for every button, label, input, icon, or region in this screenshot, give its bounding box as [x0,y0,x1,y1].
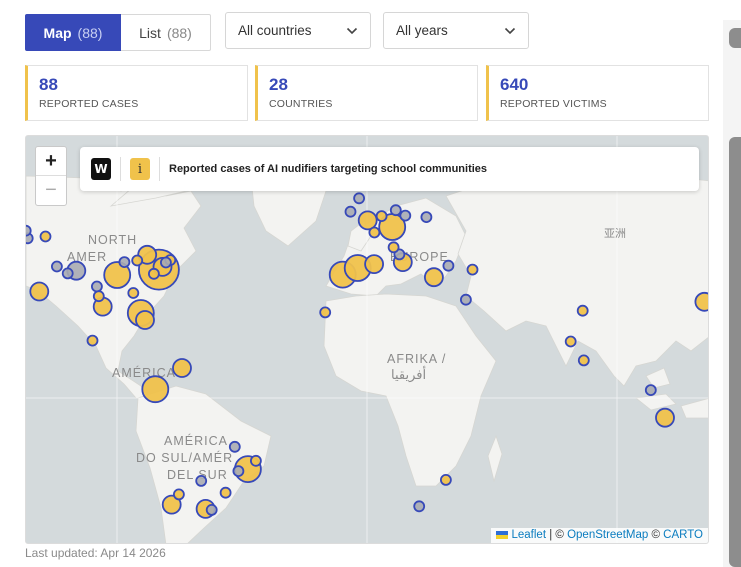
case-marker[interactable] [26,224,32,237]
countries-select[interactable]: All countries [225,12,371,49]
case-marker[interactable] [50,260,63,273]
tab-list-count: (88) [166,24,192,41]
logo-icon: W [91,158,111,180]
case-marker[interactable] [39,230,52,243]
label-afrika-ar: أفريقيا [391,366,426,383]
stat-reported-victims: 640 REPORTED VICTIMS [486,65,709,121]
case-marker[interactable] [232,465,245,478]
countries-select-value: All countries [238,23,312,38]
case-marker[interactable] [205,503,218,516]
map-attribution: Leaflet | © OpenStreetMap © CARTO [491,528,708,543]
case-marker[interactable] [228,440,241,453]
case-marker[interactable] [423,267,444,288]
scrollbar-thumb[interactable] [729,137,741,567]
tab-map-label: Map [43,24,72,41]
case-marker[interactable] [172,488,185,501]
case-marker[interactable] [29,281,50,302]
case-marker[interactable] [389,204,402,217]
divider [159,157,160,181]
case-marker[interactable] [644,384,657,397]
case-marker[interactable] [655,407,675,428]
case-marker[interactable] [195,474,208,487]
tab-map[interactable]: Map (88) [25,14,121,51]
stat-value: 88 [39,75,58,94]
case-marker[interactable] [442,259,455,272]
tab-list-label: List [139,24,161,41]
stat-label: REPORTED CASES [39,98,139,110]
tab-map-count: (88) [77,24,103,41]
case-marker[interactable] [172,358,192,378]
case-marker[interactable] [353,192,366,205]
case-marker[interactable] [577,354,590,367]
view-tabs: Map (88) List (88) [25,14,211,52]
leaflet-link[interactable]: Leaflet [511,529,546,541]
divider [120,157,121,181]
label-sa-2: DO SUL/AMÉR [136,450,233,465]
case-marker[interactable] [694,291,709,312]
case-marker[interactable] [564,335,577,348]
openstreetmap-link[interactable]: OpenStreetMap [567,529,648,541]
case-marker[interactable] [61,267,74,280]
stat-countries: 28 COUNTRIES [255,65,478,121]
attribution-sep: © [651,529,660,541]
case-marker[interactable] [135,310,155,330]
case-marker[interactable] [148,267,160,280]
scrollbar-top[interactable] [729,28,741,48]
case-marker[interactable] [118,256,131,268]
case-marker[interactable] [399,209,412,222]
world-map[interactable]: NORTH AMER EUROPE AFRIKA / أفريقيا AMÉRI… [25,135,709,544]
case-marker[interactable] [344,205,357,218]
case-marker[interactable] [219,486,232,499]
zoom-control: + − [35,146,67,206]
label-north: NORTH [88,233,137,247]
attribution-sep: | © [549,529,564,541]
case-marker[interactable] [368,226,381,239]
map-title: Reported cases of AI nudifiers targeting… [169,163,488,175]
label-sa-1: AMÉRICA [164,433,228,448]
label-asia: 亚洲 [604,227,626,240]
case-marker[interactable] [466,263,479,276]
info-icon[interactable]: i [130,158,150,180]
case-marker[interactable] [375,210,388,222]
label-afrika: AFRIKA / [387,352,446,366]
zoom-out-button[interactable]: − [36,176,66,205]
case-marker[interactable] [319,306,332,319]
case-marker[interactable] [387,241,400,254]
stat-value: 28 [269,75,288,94]
case-marker[interactable] [86,334,99,347]
info-letter: i [137,161,143,177]
case-marker[interactable] [91,280,103,293]
case-marker[interactable] [413,500,426,513]
stat-reported-cases: 88 REPORTED CASES [25,65,248,121]
case-marker[interactable] [459,293,472,306]
label-america: AMÉRICA [112,365,176,380]
map-canvas[interactable]: NORTH AMER EUROPE AFRIKA / أفريقيا AMÉRI… [26,136,709,544]
ukraine-flag-icon [496,530,509,539]
stat-value: 640 [500,75,529,94]
stat-label: COUNTRIES [269,98,333,110]
logo-letter: W [94,162,108,176]
case-marker[interactable] [92,290,105,303]
map-info-bar: W i Reported cases of AI nudifiers targe… [80,147,699,191]
case-marker[interactable] [141,375,170,404]
case-marker[interactable] [131,254,144,267]
tab-list[interactable]: List (88) [121,14,211,51]
years-select-value: All years [396,23,448,38]
carto-link[interactable]: CARTO [663,529,703,541]
case-marker[interactable] [249,454,262,467]
case-marker[interactable] [576,304,589,317]
case-marker[interactable] [364,254,385,275]
chevron-down-icon [504,27,516,35]
stat-label: REPORTED VICTIMS [500,98,607,110]
zoom-in-button[interactable]: + [36,147,66,176]
case-marker[interactable] [439,473,452,486]
chevron-down-icon [346,27,358,35]
case-marker[interactable] [420,211,433,223]
years-select[interactable]: All years [383,12,529,49]
case-marker[interactable] [127,287,140,299]
case-marker[interactable] [159,256,172,269]
last-updated: Last updated: Apr 14 2026 [25,546,166,560]
